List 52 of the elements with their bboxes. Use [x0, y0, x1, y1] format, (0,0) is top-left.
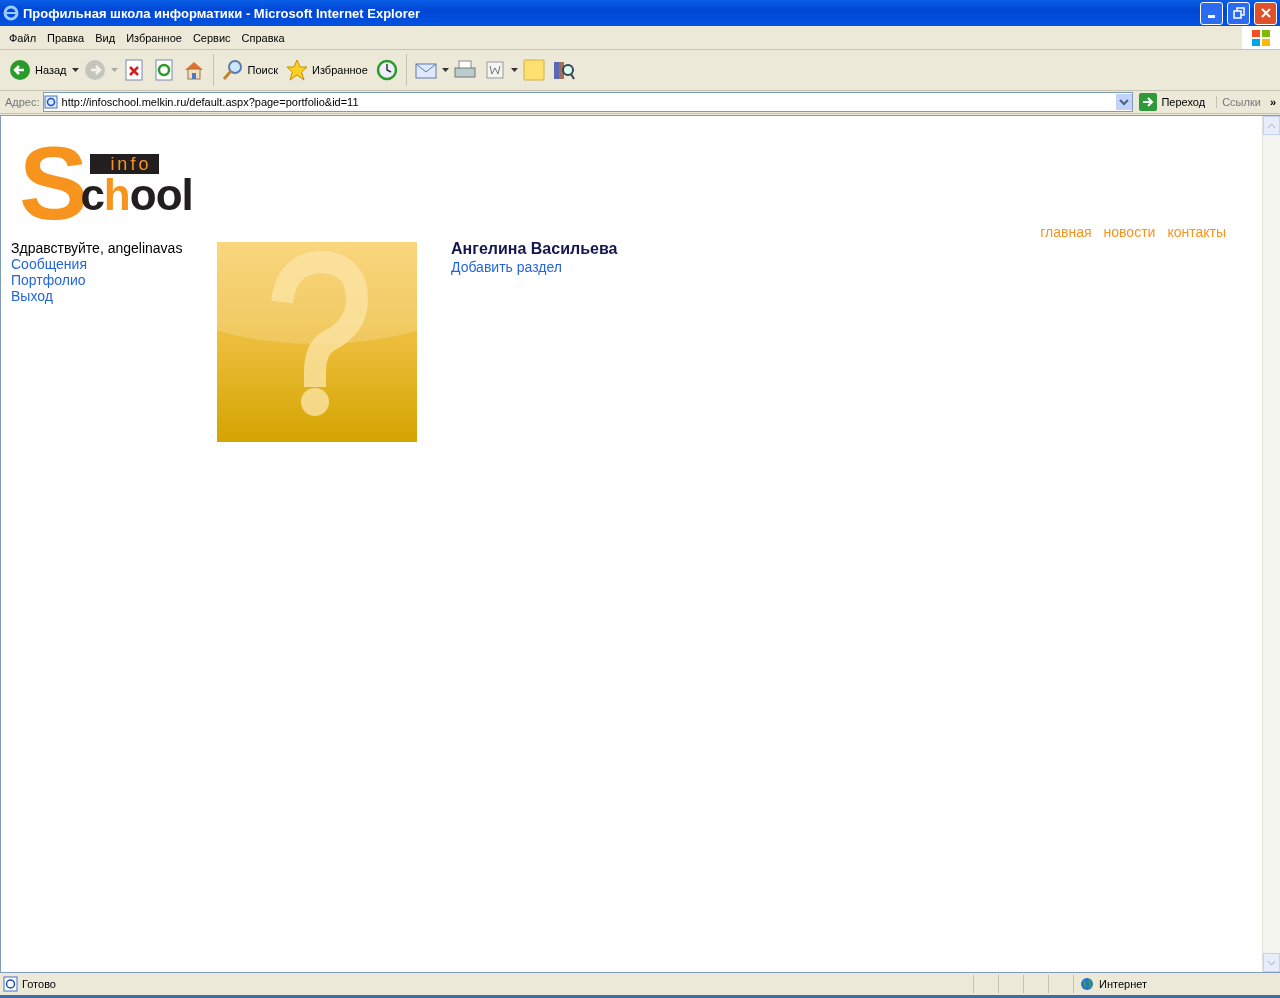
browser-logo-icon	[3, 5, 19, 21]
search-icon	[221, 59, 244, 81]
sidebar-link[interactable]: Сообщения	[11, 256, 217, 272]
add-section-link[interactable]: Добавить раздел	[451, 258, 618, 276]
sidebar-link[interactable]: Портфолио	[11, 272, 217, 288]
stop-icon	[122, 59, 145, 81]
profile-name: Ангелина Васильева	[451, 240, 618, 258]
favorites-icon	[286, 59, 308, 81]
address-label: Адрес:	[5, 96, 40, 108]
scrollbar[interactable]	[1262, 116, 1280, 972]
edit-icon	[483, 59, 506, 81]
scroll-down-icon[interactable]	[1267, 959, 1276, 966]
menu-item[interactable]: Вид	[90, 31, 122, 44]
research-icon	[552, 59, 575, 81]
menu-item[interactable]: Избранное	[121, 31, 188, 44]
logo-info-text: info	[90, 154, 160, 174]
more-chevron[interactable]: »	[1263, 96, 1280, 108]
print-icon	[453, 59, 476, 81]
minimize-button[interactable]	[1200, 1, 1223, 25]
menu-item[interactable]: Правка	[42, 31, 91, 44]
refresh-icon	[152, 59, 175, 81]
forward-icon	[83, 59, 106, 81]
menu-item[interactable]: Файл	[0, 31, 43, 44]
scroll-up-icon[interactable]	[1267, 122, 1276, 129]
back-icon	[9, 59, 31, 81]
search-button[interactable]: Поиск	[218, 56, 281, 84]
greeting-text: Здравствуйте, angelinavas	[11, 240, 184, 256]
links-label[interactable]: Ссылки	[1216, 96, 1261, 108]
page-icon	[43, 95, 58, 109]
flag-logo-icon	[1251, 28, 1271, 47]
window-title: Профильная школа информатики - Microsoft Internet Explorer	[23, 5, 421, 21]
menu-item[interactable]: Сервис	[187, 31, 237, 44]
favorites-button[interactable]: Избранное	[283, 56, 371, 84]
zone-text: Интернет	[1099, 977, 1147, 990]
restore-icon	[1232, 7, 1245, 19]
globe-icon	[1080, 976, 1094, 991]
sidebar-link[interactable]: Выход	[11, 288, 217, 304]
caret-icon[interactable]	[441, 68, 449, 72]
caret-icon[interactable]	[510, 68, 518, 72]
caret-icon[interactable]	[71, 68, 79, 72]
close-icon	[1259, 7, 1272, 19]
page-icon	[3, 975, 19, 992]
back-button[interactable]: Назад	[6, 56, 70, 84]
menu-item[interactable]: Справка	[236, 31, 291, 44]
history-icon	[375, 59, 398, 81]
close-button[interactable]	[1254, 1, 1277, 25]
restore-button[interactable]	[1227, 1, 1250, 25]
minimize-icon	[1208, 15, 1215, 18]
note-icon	[522, 59, 545, 81]
go-button[interactable]: Переход	[1136, 93, 1214, 111]
address-field[interactable]: http://infoschool.melkin.ru/default.aspx?page=portfolio&id=11	[42, 92, 1134, 112]
status-text: Готово	[22, 977, 56, 990]
